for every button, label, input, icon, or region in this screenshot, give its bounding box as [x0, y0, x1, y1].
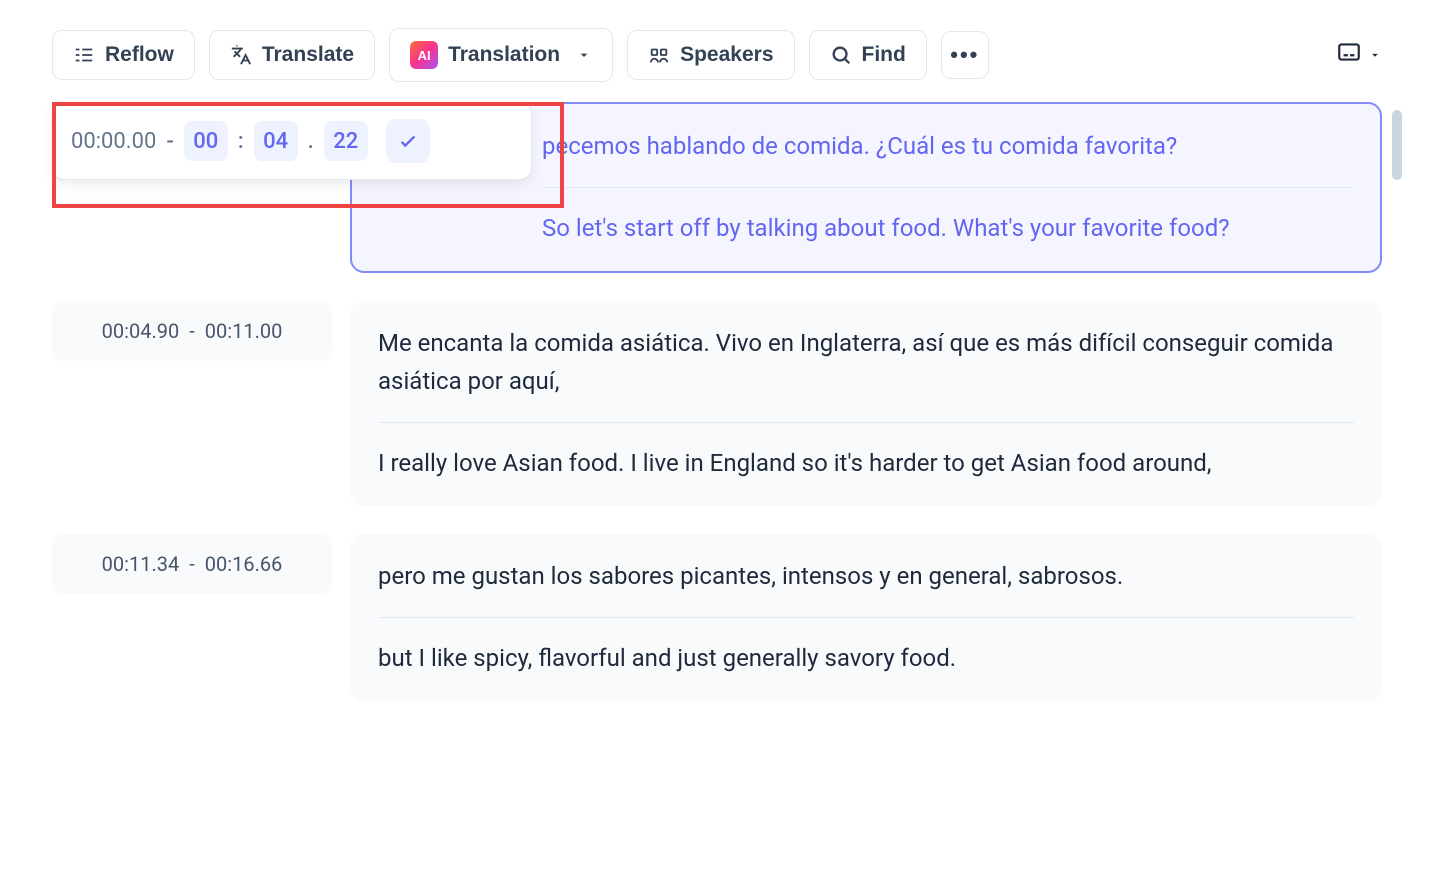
translate-button[interactable]: Translate [209, 30, 375, 80]
source-text: pero me gustan los sabores picantes, int… [378, 558, 1354, 595]
translation-text: So let's start off by talking about food… [542, 210, 1352, 247]
transcript-content: 00:00.00 - 00 : 04 . 22 pecemos hablando… [20, 102, 1414, 701]
scrollbar-thumb[interactable] [1392, 110, 1402, 180]
more-options-button[interactable]: ••• [941, 31, 989, 79]
text-divider [542, 187, 1352, 188]
transcript-segment: 00:00.00 - 00 : 04 . 22 pecemos hablando… [52, 102, 1382, 273]
transcript-text[interactable]: pero me gustan los sabores picantes, int… [350, 534, 1382, 701]
start-time: 00:04.90 [102, 319, 180, 343]
translation-label: Translation [448, 43, 560, 67]
translate-icon [230, 44, 252, 66]
timestamp-display[interactable]: 00:04.90 - 00:11.00 [52, 301, 332, 361]
speakers-button[interactable]: Speakers [627, 30, 794, 80]
find-label: Find [862, 43, 906, 67]
reflow-button[interactable]: Reflow [52, 30, 195, 80]
timestamp-display[interactable]: 00:11.34 - 00:16.66 [52, 534, 332, 594]
ai-badge-icon: AI [410, 41, 438, 69]
toolbar: Reflow Translate AI Translation Speakers [20, 20, 1414, 102]
dash-sep: - [189, 552, 195, 576]
end-second-input[interactable]: 04 [254, 121, 298, 161]
confirm-time-button[interactable] [386, 119, 430, 163]
transcript-text[interactable]: Me encanta la comida asiática. Vivo en I… [350, 301, 1382, 506]
start-time: 00:11.34 [102, 552, 180, 576]
speakers-label: Speakers [680, 43, 773, 67]
view-mode-dropdown[interactable] [1336, 39, 1382, 71]
subtitle-view-icon [1336, 39, 1362, 71]
start-time-display: 00:00.00 [71, 129, 156, 154]
dots-icon: ••• [950, 42, 979, 68]
timestamp-editor[interactable]: 00:00.00 - 00 : 04 . 22 [52, 102, 532, 180]
search-icon [830, 44, 852, 66]
reflow-icon [73, 44, 95, 66]
reflow-label: Reflow [105, 43, 174, 67]
dash-sep: - [166, 129, 173, 154]
speakers-icon [648, 44, 670, 66]
translation-text: but I like spicy, flavorful and just gen… [378, 640, 1354, 677]
translation-text: I really love Asian food. I live in Engl… [378, 445, 1354, 482]
dash-sep: - [189, 319, 195, 343]
translate-label: Translate [262, 43, 354, 67]
chevron-down-icon [1368, 43, 1382, 68]
end-time: 00:16.66 [205, 552, 283, 576]
chevron-down-icon [576, 47, 592, 63]
check-icon [397, 130, 419, 152]
end-ms-input[interactable]: 22 [324, 121, 368, 161]
transcript-segment: 00:04.90 - 00:11.00 Me encanta la comida… [52, 301, 1382, 506]
end-minute-input[interactable]: 00 [184, 121, 228, 161]
text-divider [378, 422, 1354, 423]
text-divider [378, 617, 1354, 618]
source-text: pecemos hablando de comida. ¿Cuál es tu … [542, 128, 1352, 165]
source-text: Me encanta la comida asiática. Vivo en I… [378, 325, 1354, 399]
colon-sep: : [238, 129, 244, 154]
translation-dropdown[interactable]: AI Translation [389, 28, 613, 82]
find-button[interactable]: Find [809, 30, 927, 80]
end-time: 00:11.00 [205, 319, 283, 343]
dot-sep: . [308, 129, 314, 154]
transcript-segment: 00:11.34 - 00:16.66 pero me gustan los s… [52, 534, 1382, 701]
